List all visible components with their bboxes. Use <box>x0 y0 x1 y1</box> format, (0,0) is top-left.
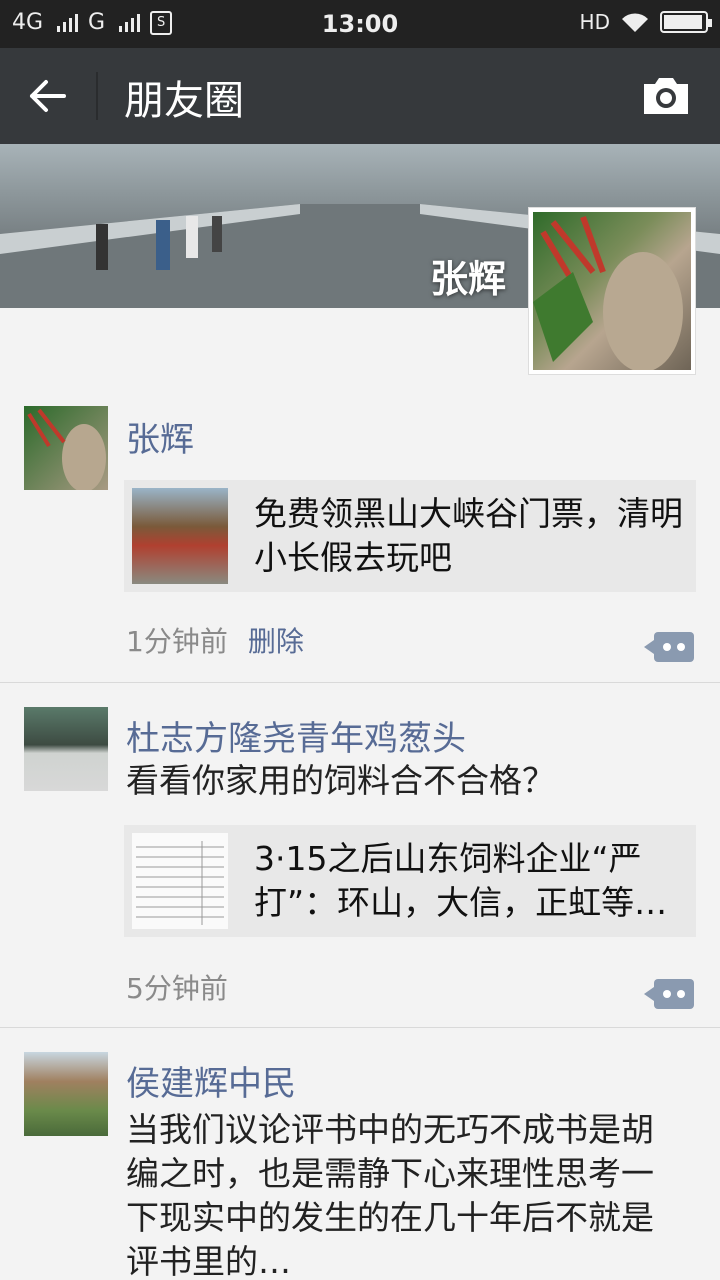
feed-post: 侯建辉中民 当我们议论评书中的无巧不成书是胡编之时，也是需静下心来理性思考一下现… <box>0 1028 720 1280</box>
battery-icon <box>660 11 712 33</box>
comment-icon-dot <box>677 643 685 651</box>
avatar[interactable] <box>24 1052 108 1136</box>
share-thumbnail <box>132 488 228 584</box>
feed-post: 杜志方隆尧青年鸡葱头 看看你家用的饲料合不合格？ 3·15之后山东饲料企业“严打… <box>0 683 720 1027</box>
post-meta: 1分钟前 删除 <box>126 620 304 660</box>
post-text: 当我们议论评书中的无巧不成书是胡编之时，也是需静下心来理性思考一下现实中的发生的… <box>126 1110 654 1280</box>
hd-label: HD <box>579 10 610 34</box>
post-author[interactable]: 侯建辉中民 <box>126 1056 296 1105</box>
feed-post: 张辉 免费领黑山大峡谷门票，清明小长假去玩吧 1分钟前 删除 <box>0 400 720 682</box>
nav-divider <box>96 72 98 120</box>
post-time: 5分钟前 <box>126 972 228 1005</box>
camera-button[interactable] <box>640 74 692 118</box>
post-author[interactable]: 杜志方隆尧青年鸡葱头 <box>126 711 466 760</box>
profile-avatar-image <box>533 212 691 370</box>
share-thumbnail <box>132 833 228 929</box>
profile-avatar[interactable] <box>528 207 696 375</box>
comment-icon-dot <box>677 990 685 998</box>
post-time: 1分钟前 <box>126 625 228 658</box>
page-title: 朋友圈 <box>124 78 244 124</box>
share-card[interactable]: 3·15之后山东饲料企业“严打”：环山，大信，正虹等… <box>124 825 696 937</box>
comment-button[interactable] <box>644 632 694 662</box>
delete-button[interactable]: 删除 <box>248 625 304 658</box>
post-author[interactable]: 张辉 <box>126 412 194 461</box>
share-card[interactable]: 免费领黑山大峡谷门票，清明小长假去玩吧 <box>124 480 696 592</box>
comment-icon-dot <box>663 990 671 998</box>
post-text: 看看你家用的饲料合不合格？ <box>126 761 555 800</box>
comment-button[interactable] <box>644 979 694 1009</box>
back-arrow-icon <box>30 80 66 112</box>
share-title: 免费领黑山大峡谷门票，清明小长假去玩吧 <box>254 494 683 577</box>
camera-icon <box>644 78 688 114</box>
comment-icon-dot <box>663 643 671 651</box>
wifi-icon <box>622 13 648 32</box>
avatar[interactable] <box>24 406 108 490</box>
post-meta: 5分钟前 <box>126 967 228 1007</box>
status-bar: 4G G S 13:00 HD <box>0 0 720 48</box>
cover-user-name: 张辉 <box>429 257 506 301</box>
status-right-group: HD <box>579 10 712 34</box>
share-title: 3·15之后山东饲料企业“严打”：环山，大信，正虹等… <box>254 839 668 922</box>
back-button[interactable] <box>20 70 76 122</box>
nav-bar: 朋友圈 <box>0 48 720 144</box>
avatar[interactable] <box>24 707 108 791</box>
